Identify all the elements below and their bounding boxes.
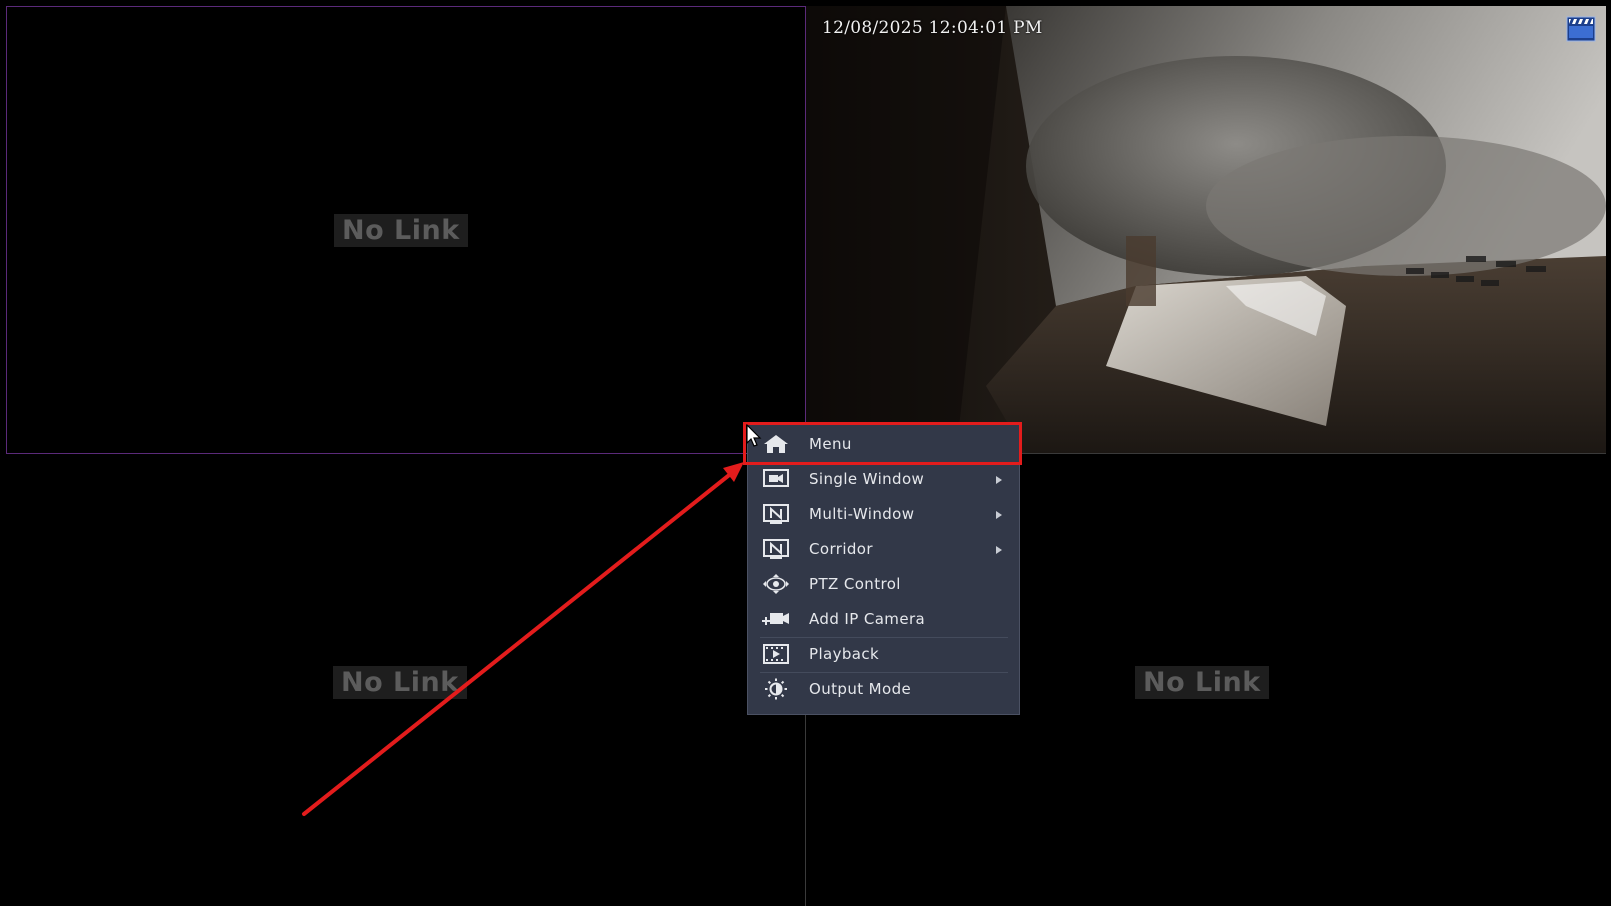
- menu-item-playback[interactable]: Playback: [748, 637, 1019, 672]
- menu-item-single-window[interactable]: Single Window: [748, 462, 1019, 497]
- menu-item-label: Single Window: [809, 470, 925, 488]
- playback-icon: [763, 644, 789, 664]
- output-mode-icon: [765, 678, 787, 700]
- menu-item-ptz-control[interactable]: PTZ Control: [748, 567, 1019, 602]
- menu-item-label: Menu: [809, 435, 852, 453]
- menu-item-label: Corridor: [809, 540, 873, 558]
- camera-pane-1[interactable]: No Link: [6, 6, 806, 454]
- camera-pane-3[interactable]: No Link: [6, 454, 806, 906]
- menu-item-output-mode[interactable]: Output Mode: [748, 672, 1019, 707]
- no-link-label: No Link: [334, 214, 468, 247]
- menu-item-label: PTZ Control: [809, 575, 901, 593]
- live-view-grid: No Link 12/08/2025 12:04:01 PM No Link N…: [0, 0, 1611, 906]
- multi-window-icon: [763, 504, 789, 524]
- camera-pane-2[interactable]: 12/08/2025 12:04:01 PM: [806, 6, 1606, 454]
- add-camera-icon: [762, 613, 789, 625]
- menu-item-menu[interactable]: Menu: [748, 427, 1019, 462]
- single-window-icon: [763, 469, 789, 487]
- menu-item-label: Add IP Camera: [809, 610, 926, 628]
- no-link-label: No Link: [333, 666, 467, 699]
- timestamp-overlay: 12/08/2025 12:04:01 PM: [822, 18, 1043, 38]
- menu-item-label: Multi-Window: [809, 505, 915, 523]
- clapperboard-icon[interactable]: [1566, 16, 1596, 42]
- mouse-cursor-icon: [746, 424, 762, 447]
- menu-item-corridor[interactable]: Corridor: [748, 532, 1019, 567]
- no-link-label: No Link: [1135, 666, 1269, 699]
- menu-item-multi-window[interactable]: Multi-Window: [748, 497, 1019, 532]
- submenu-arrow-icon: [996, 511, 1002, 519]
- context-menu: Menu Single Window Multi-Window Corridor…: [747, 424, 1020, 715]
- menu-item-label: Playback: [809, 645, 880, 663]
- ptz-icon: [763, 574, 789, 594]
- corridor-icon: [763, 539, 789, 559]
- menu-item-add-ip-camera[interactable]: Add IP Camera: [748, 602, 1019, 637]
- submenu-arrow-icon: [996, 546, 1002, 554]
- submenu-arrow-icon: [996, 476, 1002, 484]
- home-icon: [764, 435, 788, 453]
- menu-item-label: Output Mode: [809, 680, 912, 698]
- camera-video-feed: [806, 6, 1606, 453]
